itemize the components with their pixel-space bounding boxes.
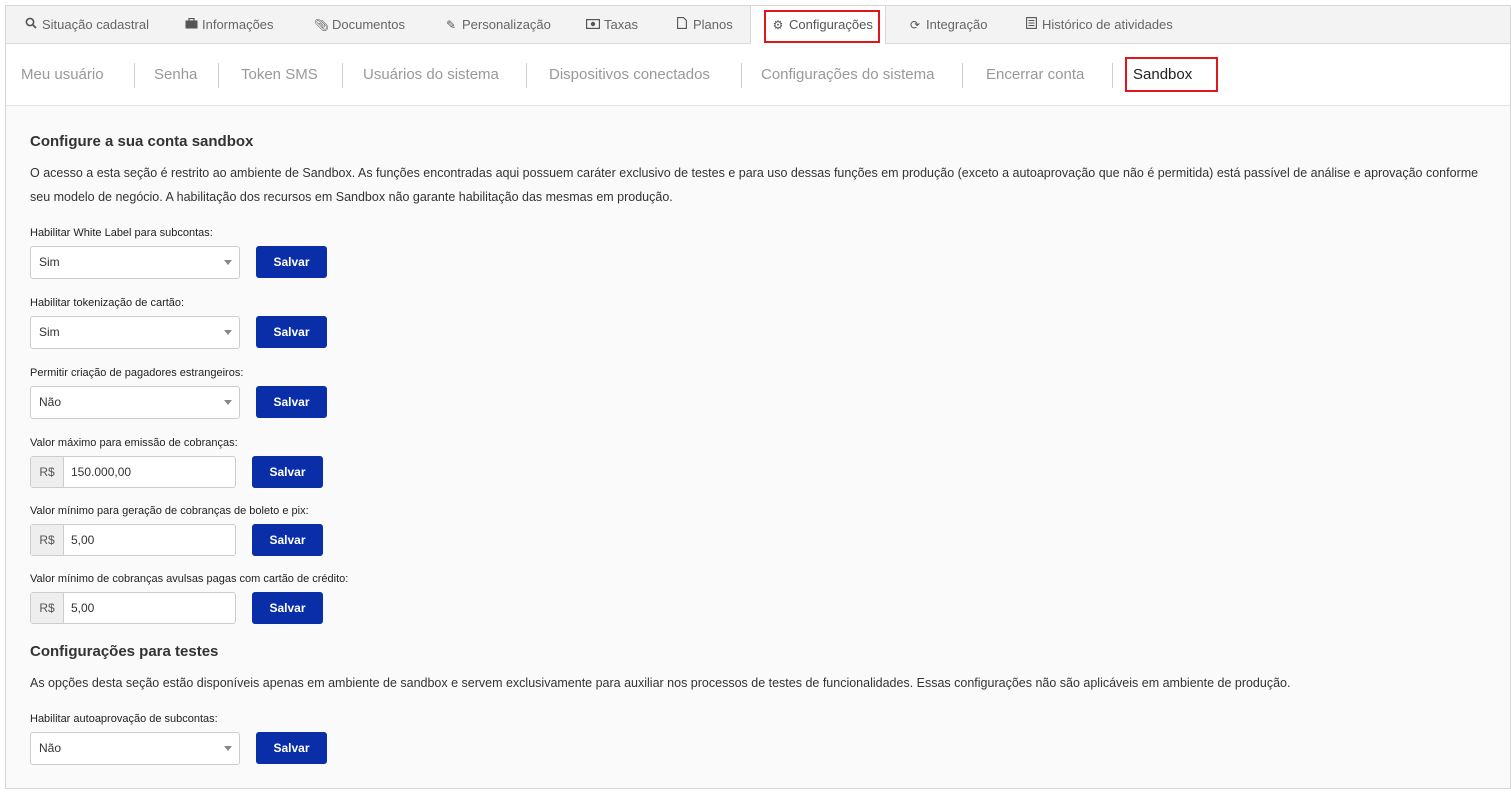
white-label-label: Habilitar White Label para subcontas: xyxy=(30,227,213,239)
max-charge-value-label: Valor máximo para emissão de cobranças: xyxy=(30,437,238,449)
save-max-charge-value-button[interactable]: Salvar xyxy=(252,456,323,488)
white-label-select[interactable]: Sim xyxy=(30,246,240,279)
card-tokenization-select[interactable]: Sim xyxy=(30,316,240,349)
tab-label: Personalização xyxy=(462,17,551,32)
subtab-token-sms[interactable]: Token SMS xyxy=(241,44,318,106)
max-charge-value-input[interactable] xyxy=(64,457,235,487)
tests-description: As opções desta seção estão disponíveis … xyxy=(30,676,1291,690)
subtab-dispositivos-conectados[interactable]: Dispositivos conectados xyxy=(549,44,710,106)
subtab-configuracoes-do-sistema[interactable]: Configurações do sistema xyxy=(761,44,934,106)
tab-separator xyxy=(741,63,742,88)
tab-historico-de-atividades[interactable]: Histórico de atividades xyxy=(1024,6,1173,44)
tab-label: Documentos xyxy=(332,17,405,32)
paperclip-icon: 📎︎ xyxy=(314,18,330,32)
save-white-label-button[interactable]: Salvar xyxy=(256,246,327,278)
min-boleto-pix-value-label: Valor mínimo para geração de cobranças d… xyxy=(30,505,309,517)
tab-personalizacao[interactable]: ✎ Personalização xyxy=(444,6,551,44)
tab-separator xyxy=(526,63,527,88)
min-boleto-pix-value-field: R$ xyxy=(30,524,236,556)
tab-integracao[interactable]: ⟳ Integração xyxy=(908,6,987,44)
tab-informacoes[interactable]: Informações xyxy=(184,6,274,44)
caret-down-icon xyxy=(224,746,232,751)
min-boleto-pix-value-input[interactable] xyxy=(64,525,235,555)
card-tokenization-label: Habilitar tokenização de cartão: xyxy=(30,297,185,309)
tab-label: Integração xyxy=(926,17,988,32)
tab-separator xyxy=(134,63,135,88)
refresh-icon: ⟳ xyxy=(909,18,921,32)
tab-separator xyxy=(342,63,343,88)
money-icon xyxy=(586,6,601,44)
tab-label: Informações xyxy=(202,17,274,32)
currency-prefix: R$ xyxy=(31,457,64,487)
subtab-usuarios-do-sistema[interactable]: Usuários do sistema xyxy=(363,44,499,106)
list-icon xyxy=(1024,6,1038,44)
tab-label: Planos xyxy=(693,17,733,32)
select-value: Não xyxy=(39,395,62,409)
sub-tab-bar: Meu usuário Senha Token SMS Usuários do … xyxy=(6,44,1510,106)
auto-approval-select[interactable]: Não xyxy=(30,732,240,765)
sandbox-description: O acesso a esta seção é restrito ao ambi… xyxy=(30,166,1479,204)
save-card-tokenization-button[interactable]: Salvar xyxy=(256,316,327,348)
tab-separator xyxy=(1112,63,1113,88)
currency-prefix: R$ xyxy=(31,525,64,555)
tab-separator xyxy=(218,63,219,88)
tab-situacao-cadastral[interactable]: Situação cadastral xyxy=(24,6,149,44)
settings-panel: Situação cadastral Informações 📎︎ Documen… xyxy=(5,5,1511,789)
save-min-boleto-pix-button[interactable]: Salvar xyxy=(252,524,323,556)
currency-prefix: R$ xyxy=(31,593,64,623)
select-value: Sim xyxy=(39,325,60,339)
top-tab-bar: Situação cadastral Informações 📎︎ Documen… xyxy=(6,6,1510,45)
caret-down-icon xyxy=(224,400,232,405)
sandbox-section-title: Configure a sua conta sandbox xyxy=(30,133,254,150)
select-value: Sim xyxy=(39,255,60,269)
caret-down-icon xyxy=(224,260,232,265)
subtab-senha[interactable]: Senha xyxy=(154,44,197,106)
save-foreign-payers-button[interactable]: Salvar xyxy=(256,386,327,418)
tab-configuracoes[interactable]: ⚙ Configurações xyxy=(750,6,886,45)
subtab-encerrar-conta[interactable]: Encerrar conta xyxy=(986,44,1084,106)
max-charge-value-field: R$ xyxy=(30,456,236,488)
subtab-sandbox[interactable]: Sandbox xyxy=(1133,44,1192,106)
foreign-payers-select[interactable]: Não xyxy=(30,386,240,419)
file-icon xyxy=(675,6,689,44)
select-value: Não xyxy=(39,741,62,755)
auto-approval-label: Habilitar autoaprovação de subcontas: xyxy=(30,713,218,725)
subtab-meu-usuario[interactable]: Meu usuário xyxy=(21,44,104,106)
gear-icon: ⚙ xyxy=(772,18,784,32)
pencil-icon: ✎ xyxy=(445,18,457,32)
caret-down-icon xyxy=(224,330,232,335)
tab-label: Histórico de atividades xyxy=(1042,17,1173,32)
tab-documentos[interactable]: 📎︎ Documentos xyxy=(314,6,405,44)
tab-label: Taxas xyxy=(604,17,638,32)
min-card-charge-value-input[interactable] xyxy=(64,593,235,623)
tab-separator xyxy=(962,63,963,88)
tests-section-title: Configurações para testes xyxy=(30,643,219,660)
foreign-payers-label: Permitir criação de pagadores estrangeir… xyxy=(30,367,244,379)
save-auto-approval-button[interactable]: Salvar xyxy=(256,732,327,764)
tab-planos[interactable]: Planos xyxy=(675,6,733,44)
search-icon xyxy=(24,6,38,44)
tab-taxas[interactable]: Taxas xyxy=(586,6,638,44)
tab-label: Situação cadastral xyxy=(42,17,149,32)
min-card-charge-value-label: Valor mínimo de cobranças avulsas pagas … xyxy=(30,573,349,585)
briefcase-icon xyxy=(184,6,198,44)
min-card-charge-value-field: R$ xyxy=(30,592,236,624)
save-min-card-charge-button[interactable]: Salvar xyxy=(252,592,323,624)
tab-label: Configurações xyxy=(789,17,873,32)
